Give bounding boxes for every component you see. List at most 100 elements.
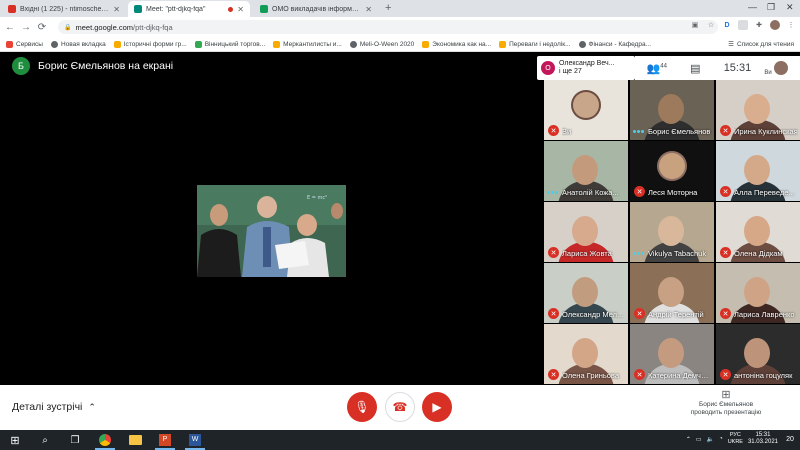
participant-tile[interactable]: Анатолій Кожа...: [544, 141, 628, 201]
participant-tile[interactable]: ✕ Лариса Лавренко: [716, 263, 800, 323]
presenter-header: Б Борис Ємельянов на екрані: [0, 52, 544, 80]
bookmark-item[interactable]: Переваги і недолік...: [499, 40, 571, 48]
taskbar-powerpoint[interactable]: P: [150, 430, 180, 450]
meeting-header-panel: 👥44 ▤ 15:31 Ви: [635, 56, 800, 80]
close-tab-icon[interactable]: ✕: [365, 5, 372, 14]
extensions-area: ▣ ☆ D ✚ ⋮: [690, 20, 796, 30]
start-button[interactable]: ⊞: [0, 430, 30, 450]
tab-title: ОМО викладачів інформатики: [272, 5, 362, 13]
taskbar-chrome[interactable]: [90, 430, 120, 450]
bookmark-item[interactable]: Фінанси - Кафедра...: [578, 40, 651, 48]
bookmark-item[interactable]: Meli-O-Ween 2020: [349, 40, 414, 48]
participant-tile[interactable]: ✕ Леся Моторна: [630, 141, 714, 201]
extension-icon[interactable]: [738, 20, 748, 30]
windows-taskbar: ⊞ ⌕ ❐ P W ⌃ ▭ 🔈 ◔ РУС UKRE 15:31 31.03.2…: [0, 430, 800, 450]
people-button[interactable]: 👥44: [647, 62, 667, 75]
participant-tile[interactable]: ✕ Олена Гриньова: [544, 324, 628, 384]
bookmark-item[interactable]: Новая вкладка: [50, 40, 106, 48]
meeting-details-button[interactable]: Деталі зустрічі ⌃: [12, 401, 96, 413]
close-window-icon[interactable]: ✕: [786, 2, 794, 13]
forward-icon[interactable]: →: [18, 22, 34, 33]
star-icon[interactable]: ☆: [706, 20, 716, 30]
person-head: [744, 338, 770, 368]
taskbar-clock[interactable]: 15:31 31.03.2021: [748, 432, 778, 446]
participant-tile[interactable]: ✕ Лариса Жовта: [544, 202, 628, 262]
extension-d-icon[interactable]: D: [722, 20, 732, 30]
notifications-button[interactable]: 20: [784, 434, 796, 446]
camera-permission-icon[interactable]: ▣: [690, 20, 700, 30]
reading-list[interactable]: ☰ Список для чтения: [724, 40, 794, 48]
participant-tile[interactable]: ✕ Андрій Терентій: [630, 263, 714, 323]
microphone-toggle-button[interactable]: 🎙: [347, 392, 377, 422]
participant-name: Алла Переведе...: [734, 188, 795, 197]
task-view-button[interactable]: ❐: [60, 430, 90, 450]
bookmark-item[interactable]: Вінницький торгов...: [194, 40, 265, 48]
close-tab-icon[interactable]: ✕: [113, 5, 120, 14]
mic-off-icon: ✕: [548, 308, 559, 319]
reload-icon[interactable]: ⟳: [34, 22, 50, 33]
taskbar-explorer[interactable]: [120, 430, 150, 450]
folder-icon: [499, 40, 507, 48]
language-indicator[interactable]: РУС UKRE: [728, 432, 743, 446]
tab-meet[interactable]: Meet: "ptt-djkq-fqa" ✕: [128, 1, 250, 17]
chevron-up-icon: ⌃: [88, 401, 96, 412]
participant-tile[interactable]: Vikulya Tabachuk: [630, 202, 714, 262]
participant-name: Андрій Терентій: [648, 310, 704, 319]
participant-tile[interactable]: ✕ Ирина Куклинская: [716, 80, 800, 140]
participant-tile[interactable]: ✕ Алла Переведе...: [716, 141, 800, 201]
person-head: [744, 216, 770, 246]
tab-title: Meet: "ptt-djkq-fqa": [146, 5, 206, 13]
profile-avatar[interactable]: [770, 20, 780, 30]
participant-tile[interactable]: ✕ Олена Дідкам: [716, 202, 800, 262]
participant-name: Ви: [562, 127, 572, 136]
camera-toggle-button[interactable]: ▶: [422, 392, 452, 422]
participant-tile[interactable]: ✕ Катерина Демченко: [630, 324, 714, 384]
bookmark-item[interactable]: Экономика как на...: [422, 40, 491, 48]
reading-list-icon: ☰: [728, 41, 734, 48]
back-icon[interactable]: ←: [2, 22, 18, 33]
wifi-icon[interactable]: ◔: [719, 436, 723, 442]
tab-omo[interactable]: ОМО викладачів інформатики ✕: [254, 1, 378, 17]
bookmark-item[interactable]: Історичні форми гр...: [113, 40, 187, 48]
tab-title: Вхідні (1 225) - ntimoschenkom@: [20, 5, 109, 13]
participant-tile[interactable]: ✕ антоніна гоцуляк: [716, 324, 800, 384]
participants-chip[interactable]: О Олександр Веч... і ще 27: [537, 56, 635, 80]
classroom-photo: E = mc²: [197, 185, 346, 277]
participant-tile[interactable]: Борис Ємельянов: [630, 80, 714, 140]
search-button[interactable]: ⌕: [30, 430, 60, 450]
participant-name: Анатолій Кожа...: [562, 188, 619, 197]
presenting-name: Борис Ємельянов: [698, 401, 754, 408]
participant-tile[interactable]: ✕ Олександр Мел...: [544, 263, 628, 323]
network-icon[interactable]: ▭: [696, 436, 702, 443]
participant-tile[interactable]: ✕ Ви: [544, 80, 628, 140]
participant-avatar: [659, 153, 685, 179]
bookmark-item[interactable]: Сервисы: [6, 40, 43, 48]
apps-icon: [6, 40, 13, 48]
url-field[interactable]: 🔒 meet.google.com/ptt-djkq-fqa: [58, 20, 718, 34]
bookmarks-bar: Сервисы Новая вкладка Історичні форми гр…: [0, 37, 800, 52]
bookmark-item[interactable]: Меркантилисты и...: [273, 40, 342, 48]
notification-count: 20: [786, 436, 794, 443]
audio-level-icon: [633, 250, 645, 256]
search-icon: ⌕: [42, 434, 48, 446]
participant-name: Vikulya Tabachuk: [648, 249, 707, 258]
language-bottom: UKRE: [727, 439, 743, 445]
menu-icon[interactable]: ⋮: [786, 20, 796, 30]
presenting-indicator[interactable]: ⊞ Борис Ємельянов проводить презентацію: [686, 389, 766, 417]
volume-icon[interactable]: 🔈: [707, 436, 714, 443]
tab-gmail[interactable]: Вхідні (1 225) - ntimoschenkom@ ✕: [2, 1, 126, 17]
docs-icon: [260, 5, 268, 13]
mic-off-icon: 🎙: [354, 400, 370, 414]
close-tab-icon[interactable]: ✕: [237, 5, 244, 14]
clock-date: 31.03.2021: [747, 439, 778, 445]
chat-icon[interactable]: ▤: [690, 62, 700, 75]
minimize-icon[interactable]: —: [748, 2, 757, 12]
folder-icon: [128, 435, 142, 445]
puzzle-icon[interactable]: ✚: [754, 20, 764, 30]
leave-call-button[interactable]: ☎: [385, 392, 415, 422]
new-tab-button[interactable]: +: [385, 2, 391, 14]
show-hidden-icons[interactable]: ⌃: [686, 436, 691, 443]
maximize-icon[interactable]: ❐: [767, 2, 775, 13]
person-head: [744, 94, 770, 124]
taskbar-word[interactable]: W: [180, 430, 210, 450]
